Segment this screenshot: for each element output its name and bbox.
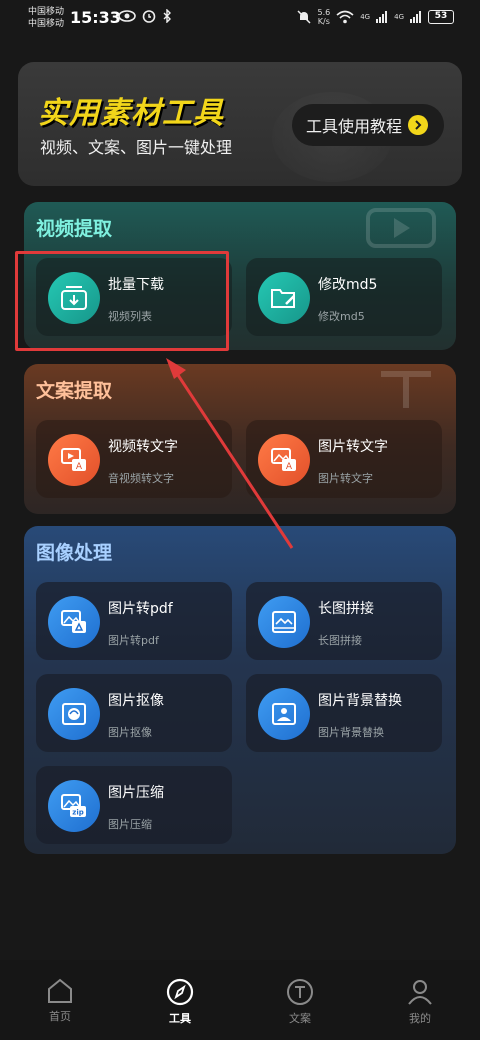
card-title: 修改md5 — [318, 277, 378, 293]
highlight-box — [15, 251, 229, 351]
section-title: 视频提取 — [36, 218, 113, 240]
signal-2-icon — [410, 11, 421, 23]
compass-icon — [166, 978, 194, 1006]
signal-2-label: 4G — [394, 13, 404, 21]
bluetooth-icon — [163, 9, 171, 23]
section-image-processing: 图像处理 图片转pdf 图片转pdf 长图拼接 长图拼接 图片抠像 图片抠像 图… — [24, 526, 456, 854]
section-text-extract: 文案提取 A 视频转文字 音视频转文字 A 图片转文字 图片转文字 — [24, 364, 456, 514]
banner-title: 实用素材工具 — [38, 96, 224, 131]
carrier-2: 中国移动 — [28, 19, 65, 29]
nav-label: 我的 — [409, 1012, 431, 1025]
card-subtitle: 长图拼接 — [318, 634, 362, 647]
play-decoration-icon — [366, 208, 436, 258]
card-image-cutout[interactable]: 图片抠像 图片抠像 — [36, 674, 232, 752]
status-time: 15:33 — [70, 8, 121, 27]
svg-text:A: A — [76, 462, 83, 472]
image-pdf-icon — [48, 596, 100, 648]
status-icons-right: 5.6 K/s 4G 4G 53 — [297, 8, 454, 26]
card-image-to-text[interactable]: A 图片转文字 图片转文字 — [246, 420, 442, 498]
carrier-info: 中国移动 中国移动 — [28, 6, 64, 30]
nav-profile[interactable]: 我的 — [360, 960, 480, 1040]
card-title: 图片背景替换 — [318, 693, 402, 709]
card-long-image-stitch[interactable]: 长图拼接 长图拼接 — [246, 582, 442, 660]
card-title: 图片转pdf — [108, 601, 173, 617]
tools-banner: 实用素材工具 视频、文案、图片一键处理 工具使用教程 — [18, 62, 462, 186]
card-subtitle: 音视频转文字 — [108, 472, 174, 485]
nav-copywriting[interactable]: 文案 — [240, 960, 360, 1040]
svg-text:A: A — [286, 462, 293, 472]
text-t-icon — [287, 979, 313, 1005]
card-subtitle: 图片转文字 — [318, 472, 373, 485]
user-icon — [408, 980, 432, 1005]
stitch-image-icon — [258, 596, 310, 648]
carrier-1: 中国移动 — [28, 7, 65, 17]
card-title: 图片抠像 — [108, 693, 164, 709]
card-subtitle: 图片背景替换 — [318, 726, 384, 739]
card-title: 视频转文字 — [108, 439, 178, 455]
svg-text:zip: zip — [72, 809, 83, 817]
card-modify-md5[interactable]: 修改md5 修改md5 — [246, 258, 442, 336]
net-speed-unit: K/s — [317, 17, 330, 26]
alarm-icon — [142, 10, 156, 23]
card-title: 图片压缩 — [108, 785, 164, 801]
wifi-icon — [336, 10, 354, 24]
card-subtitle: 修改md5 — [318, 310, 365, 323]
chevron-right-icon — [408, 115, 429, 135]
card-image-compress[interactable]: zip 图片压缩 图片压缩 — [36, 766, 232, 844]
image-to-text-icon: A — [258, 434, 310, 486]
status-icons-left — [118, 9, 172, 23]
video-to-text-icon: A — [48, 434, 100, 486]
card-title: 图片转文字 — [318, 439, 388, 455]
mute-icon — [297, 10, 312, 24]
tutorial-label: 工具使用教程 — [306, 117, 403, 136]
folder-edit-icon — [258, 272, 310, 324]
card-video-to-text[interactable]: A 视频转文字 音视频转文字 — [36, 420, 232, 498]
card-image-to-pdf[interactable]: 图片转pdf 图片转pdf — [36, 582, 232, 660]
home-icon — [48, 978, 72, 1003]
nav-label: 首页 — [49, 1010, 71, 1023]
net-speed: 5.6 K/s — [317, 8, 330, 26]
net-speed-value: 5.6 — [317, 8, 331, 17]
banner-subtitle: 视频、文案、图片一键处理 — [40, 138, 233, 157]
signal-1-icon — [376, 11, 388, 23]
card-subtitle: 图片抠像 — [108, 726, 152, 739]
compress-zip-icon: zip — [48, 780, 100, 832]
nav-home[interactable]: 首页 — [0, 960, 120, 1040]
tutorial-button[interactable]: 工具使用教程 — [292, 104, 444, 146]
eye-icon — [118, 10, 136, 22]
cutout-icon — [48, 688, 100, 740]
card-subtitle: 图片转pdf — [108, 634, 159, 647]
text-decoration-icon — [376, 370, 436, 420]
battery-indicator: 53 — [428, 10, 454, 24]
nav-label: 工具 — [169, 1012, 191, 1025]
card-subtitle: 图片压缩 — [108, 818, 152, 831]
section-title: 文案提取 — [36, 380, 113, 402]
signal-1-label: 4G — [360, 13, 371, 21]
status-bar: 中国移动 中国移动 15:33 5.6 K/s 4G 4G 53 — [0, 0, 480, 40]
background-replace-icon — [258, 688, 310, 740]
card-background-replace[interactable]: 图片背景替换 图片背景替换 — [246, 674, 442, 752]
nav-tools[interactable]: 工具 — [120, 960, 240, 1040]
bottom-navigation: 首页 工具 文案 我的 — [0, 960, 480, 1040]
card-title: 长图拼接 — [318, 601, 374, 617]
section-title: 图像处理 — [36, 542, 113, 564]
nav-label: 文案 — [289, 1012, 311, 1025]
